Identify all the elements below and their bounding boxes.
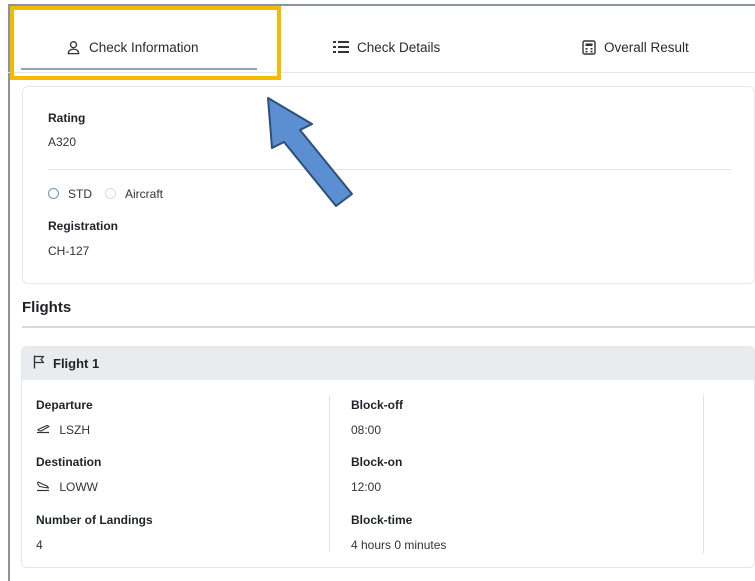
block-on-label: Block-on bbox=[351, 455, 403, 469]
flight-header[interactable]: Flight 1 bbox=[22, 347, 754, 380]
column-divider bbox=[703, 395, 704, 553]
departure-value: LSZH bbox=[59, 423, 91, 437]
section-divider bbox=[22, 326, 755, 328]
registration-label: Registration bbox=[48, 219, 119, 233]
block-off-label: Block-off bbox=[351, 398, 403, 412]
rating-value: A320 bbox=[48, 135, 77, 149]
check-information-card: Rating A320 STD Aircraft Registration CH… bbox=[22, 86, 755, 284]
radio-label: Aircraft bbox=[125, 187, 164, 201]
destination-label: Destination bbox=[36, 455, 102, 469]
radio-circle bbox=[105, 188, 116, 199]
radio-circle bbox=[48, 188, 59, 199]
flight-title: Flight 1 bbox=[53, 356, 100, 371]
tab-check-details[interactable]: Check Details bbox=[333, 37, 440, 57]
radio-std[interactable]: STD bbox=[48, 187, 108, 201]
tab-label: Overall Result bbox=[604, 39, 689, 55]
radio-aircraft[interactable]: Aircraft bbox=[105, 187, 185, 201]
block-time-label: Block-time bbox=[351, 513, 413, 527]
registration-value: CH-127 bbox=[48, 244, 90, 258]
landings-label: Number of Landings bbox=[36, 513, 153, 527]
block-time-value: 4 hours 0 minutes bbox=[351, 538, 447, 552]
tab-overall-result[interactable]: Overall Result bbox=[582, 37, 689, 57]
departure-label: Departure bbox=[36, 398, 93, 412]
card-divider bbox=[48, 169, 732, 170]
rating-label: Rating bbox=[48, 111, 86, 125]
annotation-arrow-icon bbox=[267, 97, 353, 207]
destination-value-row: LOWW bbox=[36, 480, 98, 495]
block-off-value: 08:00 bbox=[351, 423, 382, 437]
flights-section-title: Flights bbox=[22, 299, 72, 316]
block-on-value: 12:00 bbox=[351, 480, 382, 494]
departure-value-row: LSZH bbox=[36, 423, 90, 438]
plane-departure-icon bbox=[36, 423, 50, 438]
destination-value: LOWW bbox=[59, 480, 99, 494]
radio-label: STD bbox=[68, 187, 92, 201]
flag-icon bbox=[33, 355, 45, 372]
plane-arrival-icon bbox=[36, 480, 50, 495]
tab-highlight-box bbox=[10, 6, 281, 80]
flight-card: Flight 1 Departure LSZH Destination LOWW… bbox=[21, 346, 755, 568]
column-divider bbox=[329, 395, 330, 553]
calculator-icon bbox=[582, 39, 596, 55]
landings-value: 4 bbox=[36, 538, 43, 552]
tab-label: Check Details bbox=[357, 39, 441, 55]
list-icon bbox=[333, 40, 349, 54]
